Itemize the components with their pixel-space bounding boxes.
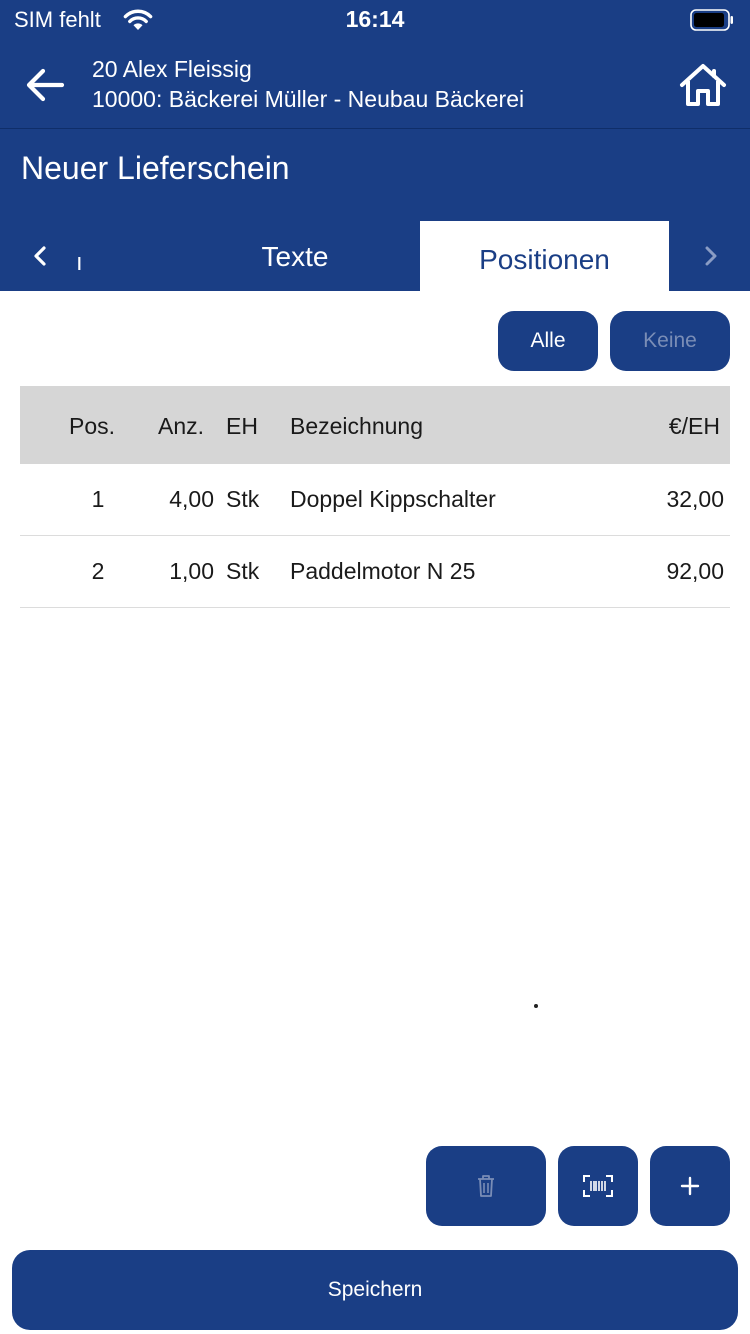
cell-pos: 2 [91,558,105,584]
tab-positionen-label: Positionen [479,244,610,275]
barcode-scan-button[interactable] [558,1146,638,1226]
stray-dot [534,1004,538,1008]
barcode-scan-icon [583,1175,613,1197]
positions-table: Pos. Anz. EH Bezeichnung €/EH 1 4,00 Stk… [20,386,730,608]
home-icon[interactable] [678,62,728,108]
add-position-button[interactable] [650,1146,730,1226]
col-header-bezeichnung: Bezeichnung [290,413,423,439]
col-header-anz: Anz. [158,413,205,439]
tab-texte[interactable]: Texte [170,241,420,273]
nav-title-project: 10000: Bäckerei Müller - Neubau Bäckerei [92,86,525,112]
trash-icon [478,1175,494,1197]
page-title: Neuer Lieferschein [21,150,290,186]
nav-title-employee: 20 Alex Fleissig [92,56,252,82]
table-row[interactable]: 2 1,00 Stk Paddelmotor N 25 92,00 [20,536,730,608]
tab-bar: ı Texte Positionen [0,221,750,291]
cell-eh: Stk [226,558,260,584]
cell-anz: 1,00 [169,558,214,584]
status-time: 16:14 [345,6,405,32]
cell-price: 92,00 [666,558,724,584]
delete-button[interactable] [426,1146,546,1226]
cell-eh: Stk [226,486,260,512]
save-button[interactable]: Speichern [12,1250,738,1330]
cell-pos: 1 [91,486,105,512]
cell-anz: 4,00 [169,486,214,512]
select-none-button[interactable]: Keine [610,311,730,371]
tab-partial[interactable]: ı [76,249,83,277]
battery-icon [690,9,733,31]
chevron-right-icon[interactable] [698,243,722,269]
table-row[interactable]: 1 4,00 Stk Doppel Kippschalter 32,00 [20,464,730,536]
status-bar: SIM fehlt 16:14 [0,0,750,40]
chevron-left-icon[interactable] [28,243,52,269]
cell-price: 32,00 [666,486,724,512]
select-all-button[interactable]: Alle [498,311,598,371]
plus-icon [680,1176,700,1196]
cell-bezeichnung: Doppel Kippschalter [290,486,496,512]
col-header-pos: Pos. [68,413,116,439]
app-header: SIM fehlt 16:14 20 Alex Fleissig 10000: … [0,0,750,291]
table-header: Pos. Anz. EH Bezeichnung €/EH [20,386,730,464]
col-header-eh: EH [226,413,258,439]
col-header-price: €/EH [668,413,720,439]
tab-positionen[interactable]: Positionen [420,221,669,291]
arrow-left-icon[interactable] [22,62,68,108]
cell-bezeichnung: Paddelmotor N 25 [290,558,476,584]
header-divider [0,128,750,129]
